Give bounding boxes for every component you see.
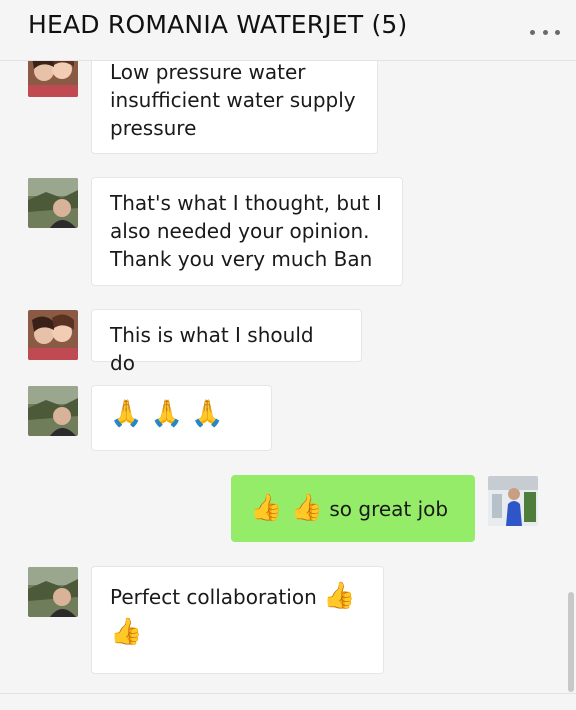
more-dots-icon[interactable] bbox=[530, 30, 560, 36]
praying-hands-emoji: 🙏 🙏 🙏 bbox=[110, 399, 224, 429]
message-text: insufficient water supply bbox=[110, 88, 356, 112]
thumbs-up-emoji: 👍 bbox=[110, 617, 143, 647]
message-text: pressure bbox=[110, 116, 197, 140]
message-text: Perfect collaboration bbox=[110, 585, 324, 609]
message-bubble[interactable]: That's what I thought, but I also needed… bbox=[91, 177, 403, 286]
avatar-self[interactable] bbox=[488, 476, 538, 526]
message-text: That's what I thought, but I bbox=[110, 191, 382, 215]
chat-header: HEAD ROMANIA WATERJET (5) bbox=[0, 0, 576, 61]
input-divider bbox=[0, 693, 576, 694]
chat-title: HEAD ROMANIA WATERJET (5) bbox=[28, 10, 408, 39]
scrollbar[interactable] bbox=[568, 592, 574, 692]
message-text: Thank you very much Ban bbox=[110, 247, 373, 271]
avatar-woman[interactable] bbox=[28, 310, 78, 360]
message-bubble[interactable]: Low pressure water insufficient water su… bbox=[91, 61, 378, 154]
message-bubble[interactable]: 🙏 🙏 🙏 bbox=[91, 385, 272, 451]
avatar-man[interactable] bbox=[28, 386, 78, 436]
avatar-man[interactable] bbox=[28, 178, 78, 228]
message-text: so great job bbox=[323, 497, 449, 521]
message-bubble-self[interactable]: 👍 👍 so great job bbox=[231, 475, 475, 542]
thumbs-up-emoji: 👍 👍 bbox=[250, 493, 324, 523]
message-text: Low pressure water bbox=[110, 61, 306, 84]
message-text: also needed your opinion. bbox=[110, 219, 370, 243]
message-list[interactable]: Low pressure water insufficient water su… bbox=[0, 61, 576, 710]
message-text: This is what I should do bbox=[110, 323, 314, 375]
avatar-woman[interactable] bbox=[28, 61, 78, 97]
message-bubble[interactable]: This is what I should do bbox=[91, 309, 362, 375]
thumbs-up-emoji: 👍 bbox=[323, 581, 356, 611]
message-bubble[interactable]: Perfect collaboration 👍 👍 bbox=[91, 566, 384, 674]
avatar-man[interactable] bbox=[28, 567, 78, 617]
